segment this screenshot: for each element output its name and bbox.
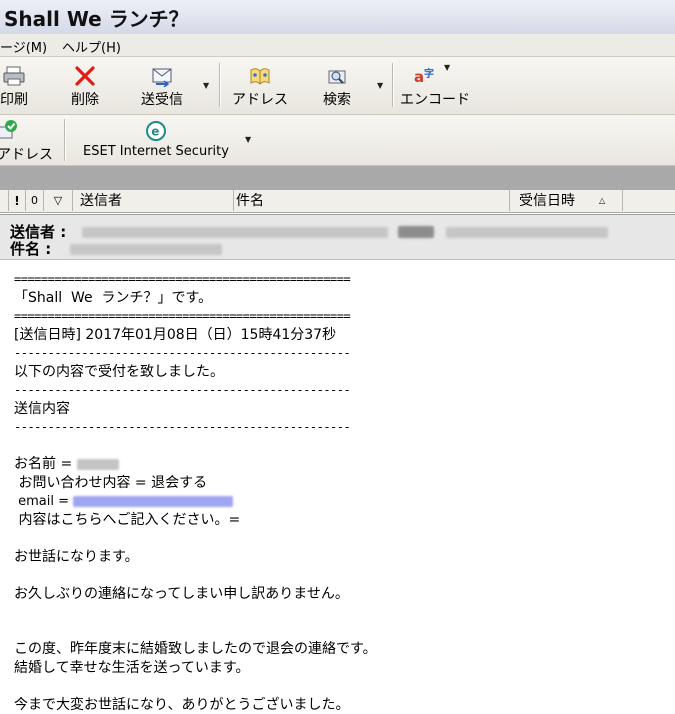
message-list-header: ! 0 ▽ 送信者 件名 受信日時 △ [0, 190, 675, 213]
body-subject-line: 「Shall We ランチ？」です。 [14, 289, 664, 308]
title-bar: Shall We ランチ？ [0, 0, 675, 35]
toolbar-separator [392, 63, 394, 107]
addon-toolbar: アドレス e ESET Internet Security ▼ [0, 115, 675, 166]
eset-dropdown-icon[interactable]: ▼ [245, 135, 251, 144]
search-label: 検索 [314, 89, 360, 109]
withdrawal-line: この度、昨年度末に結婚致しましたので退会の連絡です。 [14, 640, 664, 659]
svg-text:a: a [414, 68, 424, 86]
divider-line: ----------------------------------------… [14, 418, 664, 437]
blank-line [14, 677, 664, 696]
pane-splitter[interactable] [0, 166, 675, 190]
greeting-line: お世話になります。 [14, 548, 664, 567]
encode-label: エンコード [398, 89, 472, 109]
divider-line: ========================================… [14, 307, 664, 326]
divider-line: ----------------------------------------… [14, 381, 664, 400]
toolbar-separator [219, 63, 221, 107]
address-book-button[interactable]: アドレス [228, 57, 292, 114]
menu-bar: ージ(M) ヘルプ(H) [0, 34, 675, 57]
subject-value-redacted [70, 244, 222, 255]
print-label: 印刷 [0, 89, 36, 109]
address-check-icon [0, 119, 20, 141]
blank-line [14, 603, 664, 622]
sort-indicator-icon: △ [599, 190, 605, 212]
window-title: Shall We ランチ？ [4, 3, 189, 32]
address-book-icon [248, 65, 272, 87]
marriage-line: 結婚して幸せな生活を送っています。 [14, 659, 664, 678]
address-addon-label: アドレス [0, 144, 56, 164]
eset-button[interactable]: e ESET Internet Security [72, 115, 240, 165]
blank-line [14, 566, 664, 585]
name-line: お名前 = [14, 455, 664, 474]
subject-label: 件名 : [10, 238, 51, 259]
column-attachment[interactable]: 0 [26, 190, 44, 211]
sent-time-line: [送信日時] 2017年01月08日（日）15時41分37秒 [14, 326, 664, 345]
header-spacer [0, 190, 9, 211]
message-header-pane: 送信者 : 件名 : [0, 214, 675, 260]
message-body: ========================================… [14, 270, 664, 714]
from-value-redacted [398, 226, 434, 238]
details-line: 内容はこちらへご記入ください。= [14, 511, 664, 530]
from-value-redacted [82, 227, 388, 238]
main-toolbar: 印刷 削除 送受信 ▼ アドレス 検索 ▼ [0, 57, 675, 115]
eset-label: ESET Internet Security [72, 144, 240, 159]
column-flag-filter[interactable]: ▽ [44, 190, 73, 211]
encode-dropdown-icon[interactable]: ▼ [444, 63, 450, 72]
column-received[interactable]: 受信日時 △ [513, 190, 623, 211]
name-label: お名前 = [14, 456, 77, 472]
search-icon [325, 65, 349, 87]
svg-text:字: 字 [424, 67, 434, 80]
address-label: アドレス [228, 89, 292, 109]
content-heading: 送信内容 [14, 400, 664, 419]
email-label: email = [14, 494, 73, 509]
svg-text:e: e [151, 125, 159, 139]
column-received-label: 受信日時 [519, 193, 575, 209]
search-dropdown-icon[interactable]: ▼ [377, 81, 383, 90]
address-addon-button[interactable]: アドレス [0, 115, 56, 165]
menu-item-message[interactable]: ージ(M) [0, 37, 47, 56]
column-subject[interactable]: 件名 [234, 190, 510, 211]
delete-label: 削除 [62, 89, 108, 109]
send-receive-button[interactable]: 送受信 [132, 57, 192, 114]
divider-line: ========================================… [14, 270, 664, 289]
blank-line [14, 622, 664, 641]
eset-icon: e [144, 120, 168, 142]
blank-line [14, 437, 664, 456]
thanks-line: 今まで大変お世話になり、ありがとうございました。 [14, 696, 664, 714]
search-button[interactable]: 検索 [314, 57, 360, 114]
menu-item-help[interactable]: ヘルプ(H) [62, 37, 121, 56]
column-from[interactable]: 送信者 [73, 190, 234, 211]
name-value-redacted [77, 459, 119, 470]
blank-line [14, 529, 664, 548]
accepted-line: 以下の内容で受付を致しました。 [14, 363, 664, 382]
apology-line: お久しぶりの連絡になってしまい申し訳ありません。 [14, 585, 664, 604]
email-value-redacted[interactable] [73, 496, 233, 507]
encode-icon: a 字 [413, 65, 437, 87]
delete-x-icon [73, 65, 97, 87]
send-receive-label: 送受信 [132, 89, 192, 109]
send-receive-dropdown-icon[interactable]: ▼ [203, 81, 209, 90]
inquiry-line: お問い合わせ内容 = 退会する [14, 474, 664, 493]
from-value-redacted [446, 227, 608, 238]
delete-button[interactable]: 削除 [62, 57, 108, 114]
email-line: email = [14, 492, 664, 511]
column-priority[interactable]: ! [9, 190, 26, 211]
printer-icon [2, 65, 26, 87]
divider-line: ----------------------------------------… [14, 344, 664, 363]
toolbar-separator [64, 119, 66, 161]
send-receive-icon [150, 65, 174, 87]
encode-button[interactable]: a 字 ▼ エンコード [398, 57, 472, 114]
print-button[interactable]: 印刷 [0, 57, 36, 114]
